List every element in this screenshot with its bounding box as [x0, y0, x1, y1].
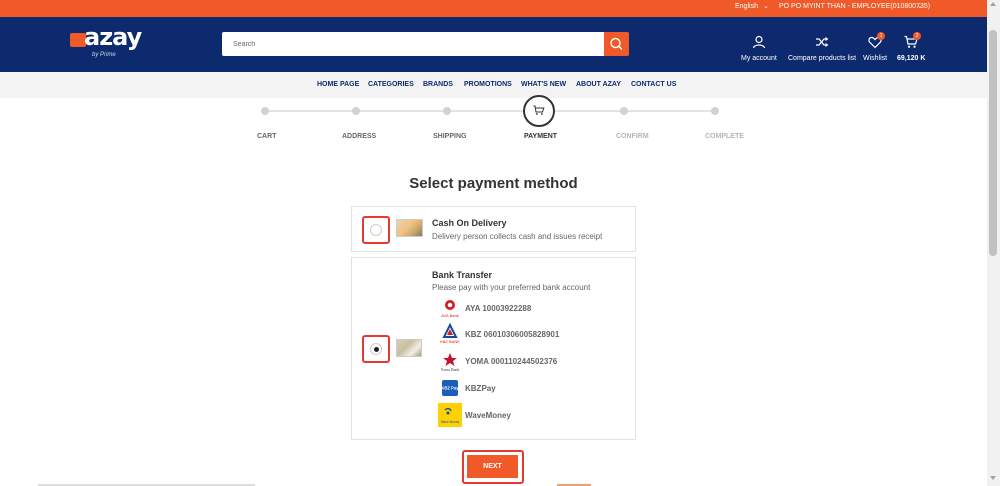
yoma-bank-logo: Yoma Bank — [441, 353, 460, 372]
bank-logo-caption: Yoma Bank — [441, 367, 460, 372]
language-selector[interactable]: English — [735, 3, 758, 10]
search-input[interactable] — [222, 32, 605, 56]
user-menu[interactable]: PO PO MYINT THAN - EMPLOYEE(010800735) — [779, 3, 930, 10]
page-title: Select payment method — [409, 175, 578, 192]
scroll-up-icon[interactable] — [990, 2, 996, 6]
wavemoney-logo: Wave Money — [438, 403, 462, 427]
wishlist-link[interactable]: 1 Wishlist — [863, 32, 887, 62]
nav-brands[interactable]: BRANDS — [423, 81, 453, 88]
search-icon — [610, 37, 623, 51]
scrollbar-thumb[interactable] — [989, 30, 997, 256]
compare-products-link[interactable]: Compare products list — [788, 35, 856, 62]
next-button[interactable]: NEXT — [467, 455, 518, 478]
kbz-bank-logo: KBZ BANK — [440, 322, 460, 344]
bank-logo-caption: AYA Bank — [441, 313, 458, 318]
bank-logo-caption: KBZ Pay — [441, 386, 459, 391]
top-bar: English ⌄ PO PO MYINT THAN - EMPLOYEE(01… — [0, 0, 987, 17]
current-step-indicator — [523, 95, 555, 127]
radio-highlight[interactable] — [362, 335, 390, 363]
vertical-scrollbar[interactable] — [987, 0, 1000, 486]
site-logo[interactable]: azay by Prime — [68, 23, 142, 63]
step-dot — [620, 107, 628, 115]
checkout-progress: CART ADDRESS SHIPPING PAYMENT CONFIRM CO… — [0, 95, 987, 158]
nav-about[interactable]: ABOUT AZAY — [576, 81, 621, 88]
step-dot — [711, 107, 719, 115]
progress-line — [555, 110, 715, 112]
step-shipping: SHIPPING — [433, 133, 467, 140]
nav-contact[interactable]: CONTACT US — [631, 81, 676, 88]
bank-transfer-radio[interactable] — [370, 343, 382, 355]
main-nav: HOME PAGE CATEGORIES BRANDS PROMOTIONS W… — [0, 72, 987, 98]
nav-home[interactable]: HOME PAGE — [317, 81, 359, 88]
step-dot — [443, 107, 451, 115]
payment-option-cod[interactable]: Cash On Delivery Delivery person collect… — [351, 206, 636, 252]
radio-highlight[interactable] — [362, 216, 390, 244]
aya-bank-logo: AYA Bank — [441, 300, 459, 318]
step-cart: CART — [257, 133, 277, 140]
nav-whats-new[interactable]: WHAT'S NEW — [521, 81, 566, 88]
cart-link[interactable]: 2 69,120 K — [897, 32, 926, 62]
shuffle-icon — [816, 37, 829, 47]
cod-radio[interactable] — [370, 224, 382, 236]
step-dot — [352, 107, 360, 115]
bank-transfer-image — [396, 339, 422, 357]
search-button[interactable] — [604, 32, 629, 56]
step-address: ADDRESS — [342, 133, 377, 140]
scroll-down-icon[interactable] — [990, 476, 996, 480]
bank-logo-caption: Wave Money — [441, 420, 460, 424]
step-complete: COMPLETE — [705, 133, 744, 140]
wishlist-count-badge: 1 — [877, 32, 885, 40]
kbzpay-logo: KBZ Pay — [441, 380, 459, 396]
chevron-down-icon[interactable]: ⌄ — [917, 2, 923, 10]
step-confirm: CONFIRM — [616, 133, 649, 140]
nav-categories[interactable]: CATEGORIES — [368, 81, 414, 88]
nav-promotions[interactable]: PROMOTIONS — [464, 81, 512, 88]
next-button-highlight[interactable]: NEXT — [462, 450, 524, 484]
bank-logo-caption: KBZ BANK — [440, 339, 460, 344]
user-icon — [752, 35, 765, 49]
cart-total: 69,120 K — [897, 55, 926, 62]
step-payment: PAYMENT — [524, 133, 558, 140]
cart-count-badge: 2 — [913, 32, 921, 40]
step-dot — [261, 107, 269, 115]
site-header: azay by Prime My account Compare product… — [0, 17, 987, 72]
shopping-cart-icon — [533, 105, 545, 115]
progress-line — [265, 110, 525, 112]
chevron-down-icon[interactable]: ⌄ — [763, 2, 769, 10]
payment-option-bank-transfer[interactable]: Bank Transfer Please pay with your prefe… — [351, 257, 636, 440]
my-account-link[interactable]: My account — [741, 35, 777, 62]
cod-image — [396, 219, 423, 237]
